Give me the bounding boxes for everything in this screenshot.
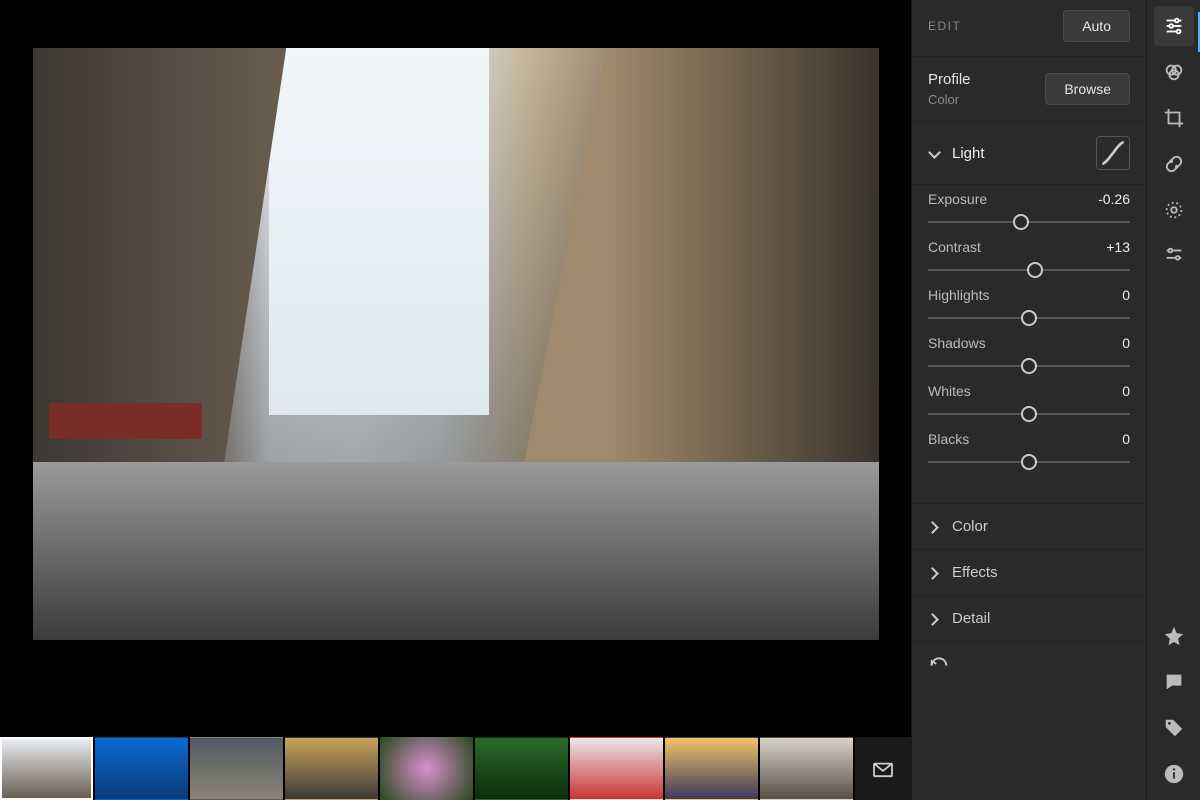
tool-healing[interactable] — [1154, 144, 1194, 184]
slider-blacks[interactable]: Blacks 0 — [928, 431, 1130, 471]
chevron-right-icon — [928, 566, 942, 580]
tool-radial[interactable] — [1154, 190, 1194, 230]
tool-linear[interactable] — [1154, 236, 1194, 276]
slider-track[interactable] — [928, 213, 1130, 231]
thumbnail[interactable] — [190, 737, 283, 800]
thumbnail[interactable] — [95, 737, 188, 800]
section-effects[interactable]: Effects — [912, 550, 1146, 596]
auto-button[interactable]: Auto — [1063, 10, 1130, 42]
slider-label: Shadows — [928, 335, 986, 351]
tool-comments[interactable] — [1154, 662, 1194, 702]
tool-keywords[interactable] — [1154, 708, 1194, 748]
slider-value: 0 — [1122, 335, 1130, 351]
slider-label: Exposure — [928, 191, 987, 207]
slider-value: 0 — [1122, 383, 1130, 399]
slider-track[interactable] — [928, 261, 1130, 279]
edit-panel: EDIT Auto Profile Color Browse Light Exp… — [911, 0, 1146, 800]
slider-track[interactable] — [928, 453, 1130, 471]
tool-star[interactable] — [1154, 616, 1194, 656]
canvas[interactable] — [0, 0, 911, 720]
right-toolbar — [1146, 0, 1200, 800]
slider-track[interactable] — [928, 357, 1130, 375]
section-light[interactable]: Light — [912, 122, 1146, 185]
light-sliders: Exposure -0.26 Contrast +13 Highlights 0 Sh… — [912, 185, 1146, 489]
slider-label: Highlights — [928, 287, 989, 303]
edit-label: EDIT — [928, 19, 961, 33]
thumbnail[interactable] — [665, 737, 758, 800]
slider-value: -0.26 — [1098, 191, 1130, 207]
thumbnail[interactable] — [475, 737, 568, 800]
tool-adjust[interactable] — [1154, 6, 1194, 46]
slider-highlights[interactable]: Highlights 0 — [928, 287, 1130, 327]
tool-info[interactable] — [1154, 754, 1194, 794]
main-area — [0, 0, 911, 800]
thumbnail-more[interactable] — [855, 737, 911, 800]
slider-value: 0 — [1122, 287, 1130, 303]
tool-crop[interactable] — [1154, 98, 1194, 138]
tool-color-mixer[interactable] — [1154, 52, 1194, 92]
thumbnail[interactable] — [570, 737, 663, 800]
slider-label: Whites — [928, 383, 971, 399]
thumbnail[interactable] — [285, 737, 378, 800]
profile-value: Color — [928, 92, 971, 107]
profile-label: Profile — [928, 71, 971, 88]
slider-value: +13 — [1106, 239, 1130, 255]
chevron-right-icon — [928, 612, 942, 626]
slider-track[interactable] — [928, 405, 1130, 423]
slider-whites[interactable]: Whites 0 — [928, 383, 1130, 423]
thumbnail[interactable] — [760, 737, 853, 800]
slider-contrast[interactable]: Contrast +13 — [928, 239, 1130, 279]
section-title: Light — [952, 145, 1086, 162]
thumbnail[interactable] — [0, 737, 93, 800]
slider-exposure[interactable]: Exposure -0.26 — [928, 191, 1130, 231]
section-color[interactable]: Color — [912, 504, 1146, 550]
slider-track[interactable] — [928, 309, 1130, 327]
slider-label: Blacks — [928, 431, 969, 447]
slider-shadows[interactable]: Shadows 0 — [928, 335, 1130, 375]
photo-preview[interactable] — [33, 48, 879, 640]
filmstrip[interactable] — [0, 720, 911, 800]
profile-row[interactable]: Profile Color Browse — [912, 56, 1146, 122]
section-detail[interactable]: Detail — [912, 596, 1146, 642]
thumbnail[interactable] — [380, 737, 473, 800]
tone-curve-button[interactable] — [1096, 136, 1130, 170]
undo-icon[interactable] — [928, 657, 950, 674]
slider-label: Contrast — [928, 239, 981, 255]
chevron-down-icon — [928, 146, 942, 160]
browse-button[interactable]: Browse — [1045, 73, 1130, 105]
chevron-right-icon — [928, 520, 942, 534]
slider-value: 0 — [1122, 431, 1130, 447]
